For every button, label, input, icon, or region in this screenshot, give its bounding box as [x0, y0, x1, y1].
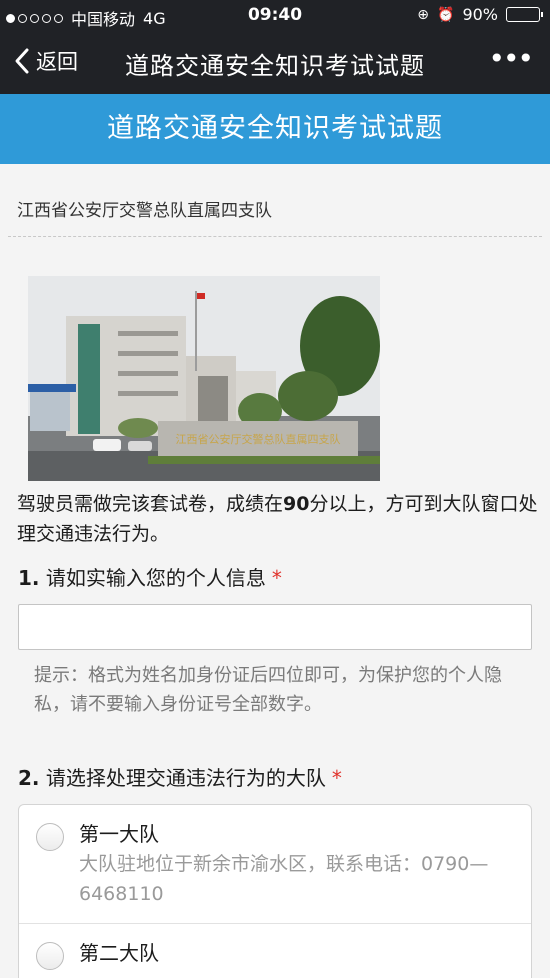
question-2-text: 请选择处理交通违法行为的大队 — [45, 766, 326, 790]
top-bar: 中国移动 4G 09:40 ⊕ ⏰ 90% 返回 道路交通安全知识考试试题 ••… — [0, 0, 550, 94]
alarm-icon: ⏰ — [437, 6, 455, 23]
organization-name: 江西省公安厅交警总队直属四支队 — [17, 201, 272, 221]
chevron-left-icon — [15, 48, 29, 74]
radio-button[interactable] — [36, 942, 64, 970]
sign-text: 江西省公安厅交警总队直属四支队 — [176, 432, 341, 446]
divider — [8, 236, 542, 237]
intro-part1: 驾驶员需做完该套试卷，成绩在 — [17, 493, 284, 515]
back-button[interactable]: 返回 — [12, 46, 78, 76]
battery-percent: 90% — [462, 5, 498, 24]
question-1-hint: 提示：格式为姓名加身份证后四位即可，为保护您的个人隐私，请不要输入身份证号全部数… — [34, 665, 502, 715]
option-second-brigade[interactable]: 第二大队 — [19, 924, 531, 978]
brigade-options: 第一大队 大队驻地位于新余市渝水区，联系电话：0790—6468110 第二大队 — [18, 804, 532, 978]
personal-info-input[interactable] — [18, 604, 532, 650]
option-label: 第一大队 — [79, 822, 159, 846]
survey-banner: 道路交通安全知识考试试题 — [0, 94, 550, 164]
status-bar: 中国移动 4G 09:40 ⊕ ⏰ 90% — [0, 0, 550, 32]
building-photo: 江西省公安厅交警总队直属四支队 — [28, 276, 380, 481]
required-mark: * — [331, 766, 342, 790]
option-description: 大队驻地位于新余市渝水区，联系电话：0790—6468110 — [79, 853, 489, 905]
intro-text: 驾驶员需做完该套试卷，成绩在90分以上，方可到大队窗口处理交通违法行为。 — [17, 489, 542, 549]
back-label: 返回 — [36, 50, 78, 74]
option-first-brigade[interactable]: 第一大队 大队驻地位于新余市渝水区，联系电话：0790—6468110 — [19, 805, 531, 924]
more-menu-button[interactable]: ••• — [488, 45, 534, 73]
option-label: 第二大队 — [79, 941, 159, 965]
question-1-title: 1. 请如实输入您的个人信息 * — [18, 562, 282, 591]
rotation-lock-icon: ⊕ — [417, 6, 429, 23]
intro-score: 90 — [283, 493, 310, 515]
survey-content: 江西省公安厅交警总队直属四支队 江西省公安厅交警总队直属四支队 驾驶员需做完该套… — [0, 164, 550, 978]
battery-icon — [506, 7, 543, 22]
required-mark: * — [271, 566, 282, 590]
radio-button[interactable] — [36, 823, 64, 851]
question-2-number: 2. — [18, 766, 40, 790]
question-2-title: 2. 请选择处理交通违法行为的大队 * — [18, 762, 342, 791]
question-1-text: 请如实输入您的个人信息 — [45, 566, 266, 590]
navigation-bar: 返回 道路交通安全知识考试试题 ••• — [0, 32, 550, 94]
question-1-number: 1. — [18, 566, 40, 590]
page-title: 道路交通安全知识考试试题 — [125, 52, 425, 80]
